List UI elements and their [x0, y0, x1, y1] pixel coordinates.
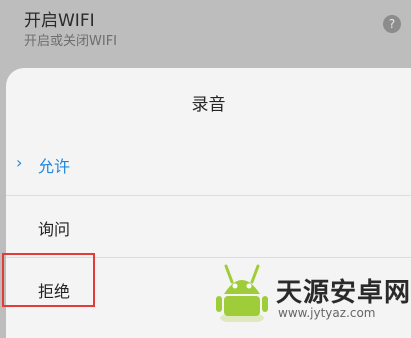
highlight-box: [2, 253, 95, 307]
selected-chevron-icon: ›: [16, 153, 23, 172]
help-icon[interactable]: ?: [383, 15, 401, 33]
watermark-name: 天源安卓网: [276, 278, 411, 308]
wifi-setting-row[interactable]: 开启WIFI 开启或关闭WIFI ?: [0, 0, 411, 62]
watermark: 天源安卓网 www.jytyaz.com: [212, 262, 411, 325]
wifi-setting-subtitle: 开启或关闭WIFI: [24, 34, 117, 49]
option-allow-label: 允许: [38, 157, 71, 176]
option-ask[interactable]: 询问: [6, 196, 411, 258]
option-ask-label: 询问: [38, 220, 71, 239]
dialog-title: 录音: [191, 95, 226, 115]
android-logo-icon: [216, 264, 268, 322]
watermark-url: www.jytyaz.com: [278, 306, 376, 320]
wifi-setting-title: 开启WIFI: [24, 11, 95, 31]
option-allow[interactable]: › 允许: [6, 133, 411, 195]
